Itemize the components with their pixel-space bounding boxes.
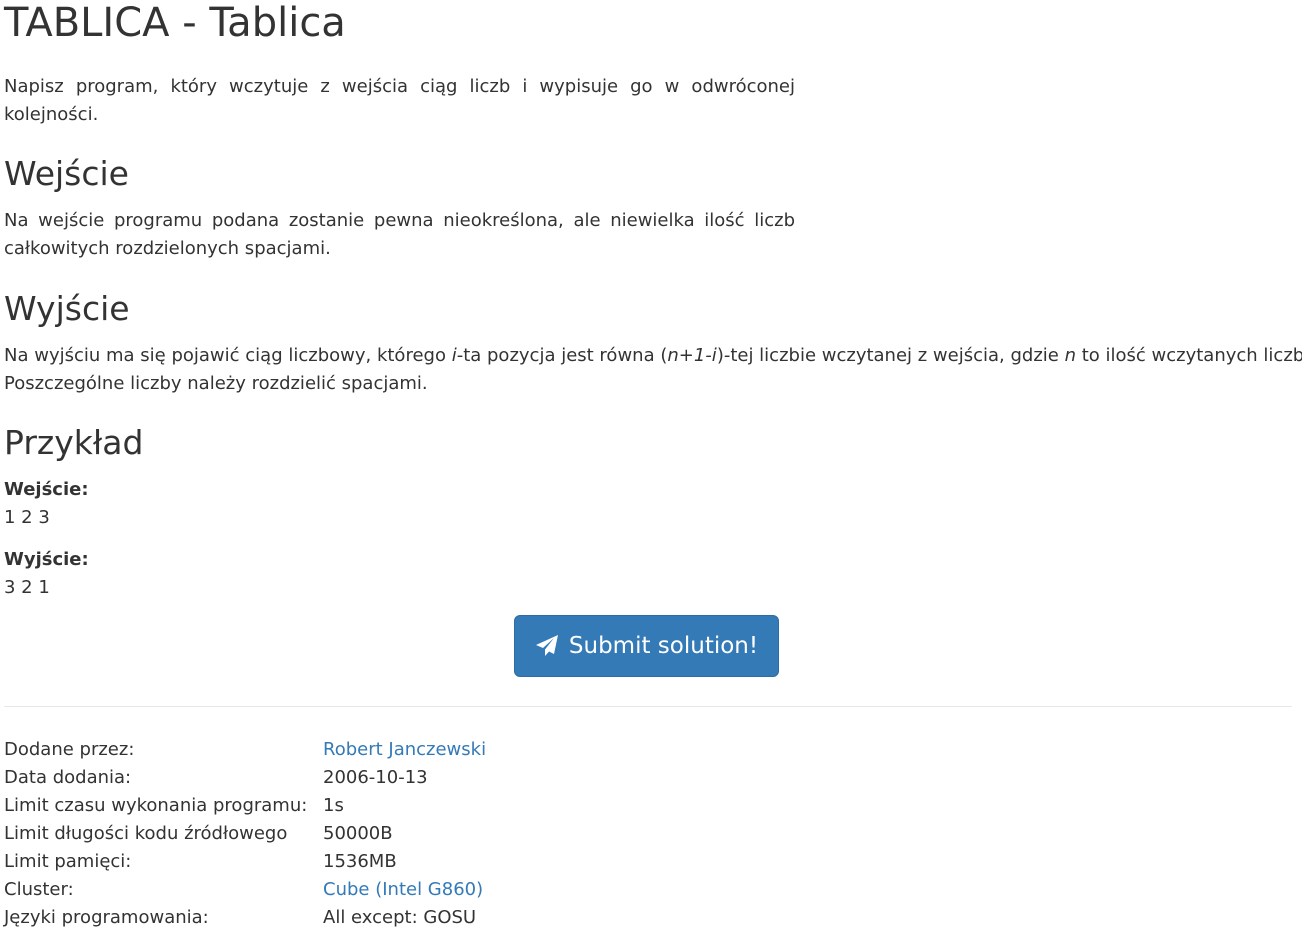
- submit-solution-button[interactable]: Submit solution!: [514, 615, 779, 677]
- example-output-value: 3 2 1: [4, 577, 50, 598]
- info-key: Limit pamięci:: [4, 851, 132, 872]
- info-row-author: Dodane przez: Robert Janczewski: [4, 736, 486, 764]
- var-n: n: [1064, 345, 1076, 366]
- example-output-label: Wyjście:: [4, 549, 89, 570]
- info-key: Limit długości kodu źródłowego: [4, 823, 288, 844]
- divider: [4, 706, 1292, 707]
- problem-title: TABLICA - Tablica: [4, 0, 346, 46]
- input-heading: Wejście: [4, 154, 129, 193]
- info-key: Dodane przez:: [4, 739, 135, 760]
- output-description-line2: Poszczególne liczby należy rozdzielić sp…: [4, 373, 428, 394]
- info-key: Limit czasu wykonania programu:: [4, 795, 308, 816]
- author-link[interactable]: Robert Janczewski: [323, 739, 486, 760]
- info-value: 2006-10-13: [323, 767, 428, 788]
- info-value: 1536MB: [323, 851, 397, 872]
- example-input-label: Wejście:: [4, 479, 89, 500]
- problem-info-table: Dodane przez: Robert Janczewski Data dod…: [4, 736, 486, 932]
- info-row-languages: Języki programowania: All except: GOSU: [4, 904, 486, 932]
- info-row-memory-limit: Limit pamięci: 1536MB: [4, 848, 486, 876]
- submit-solution-label: Submit solution!: [568, 633, 759, 659]
- output-heading: Wyjście: [4, 289, 130, 328]
- info-row-cluster: Cluster: Cube (Intel G860): [4, 876, 486, 904]
- info-key: Data dodania:: [4, 767, 132, 788]
- input-description: Na wejście programu podana zostanie pewn…: [4, 210, 795, 259]
- info-row-date: Data dodania: 2006-10-13: [4, 764, 486, 792]
- info-row-time-limit: Limit czasu wykonania programu: 1s: [4, 792, 486, 820]
- paper-plane-icon: [535, 634, 559, 658]
- problem-intro: Napisz program, który wczytuje z wejścia…: [4, 76, 795, 125]
- info-value: 50000B: [323, 823, 393, 844]
- example-input-value: 1 2 3: [4, 507, 50, 528]
- info-value: 1s: [323, 795, 344, 816]
- example-heading: Przykład: [4, 423, 144, 462]
- cluster-link[interactable]: Cube (Intel G860): [323, 879, 483, 900]
- info-value: All except: GOSU: [323, 907, 477, 928]
- info-key: Cluster:: [4, 879, 74, 900]
- info-key: Języki programowania:: [4, 907, 209, 928]
- expr-n-plus-1-minus-i: n+1-i: [667, 345, 717, 366]
- output-description: Na wyjściu ma się pojawić ciąg liczbowy,…: [4, 345, 1302, 394]
- info-row-code-length: Limit długości kodu źródłowego 50000B: [4, 820, 486, 848]
